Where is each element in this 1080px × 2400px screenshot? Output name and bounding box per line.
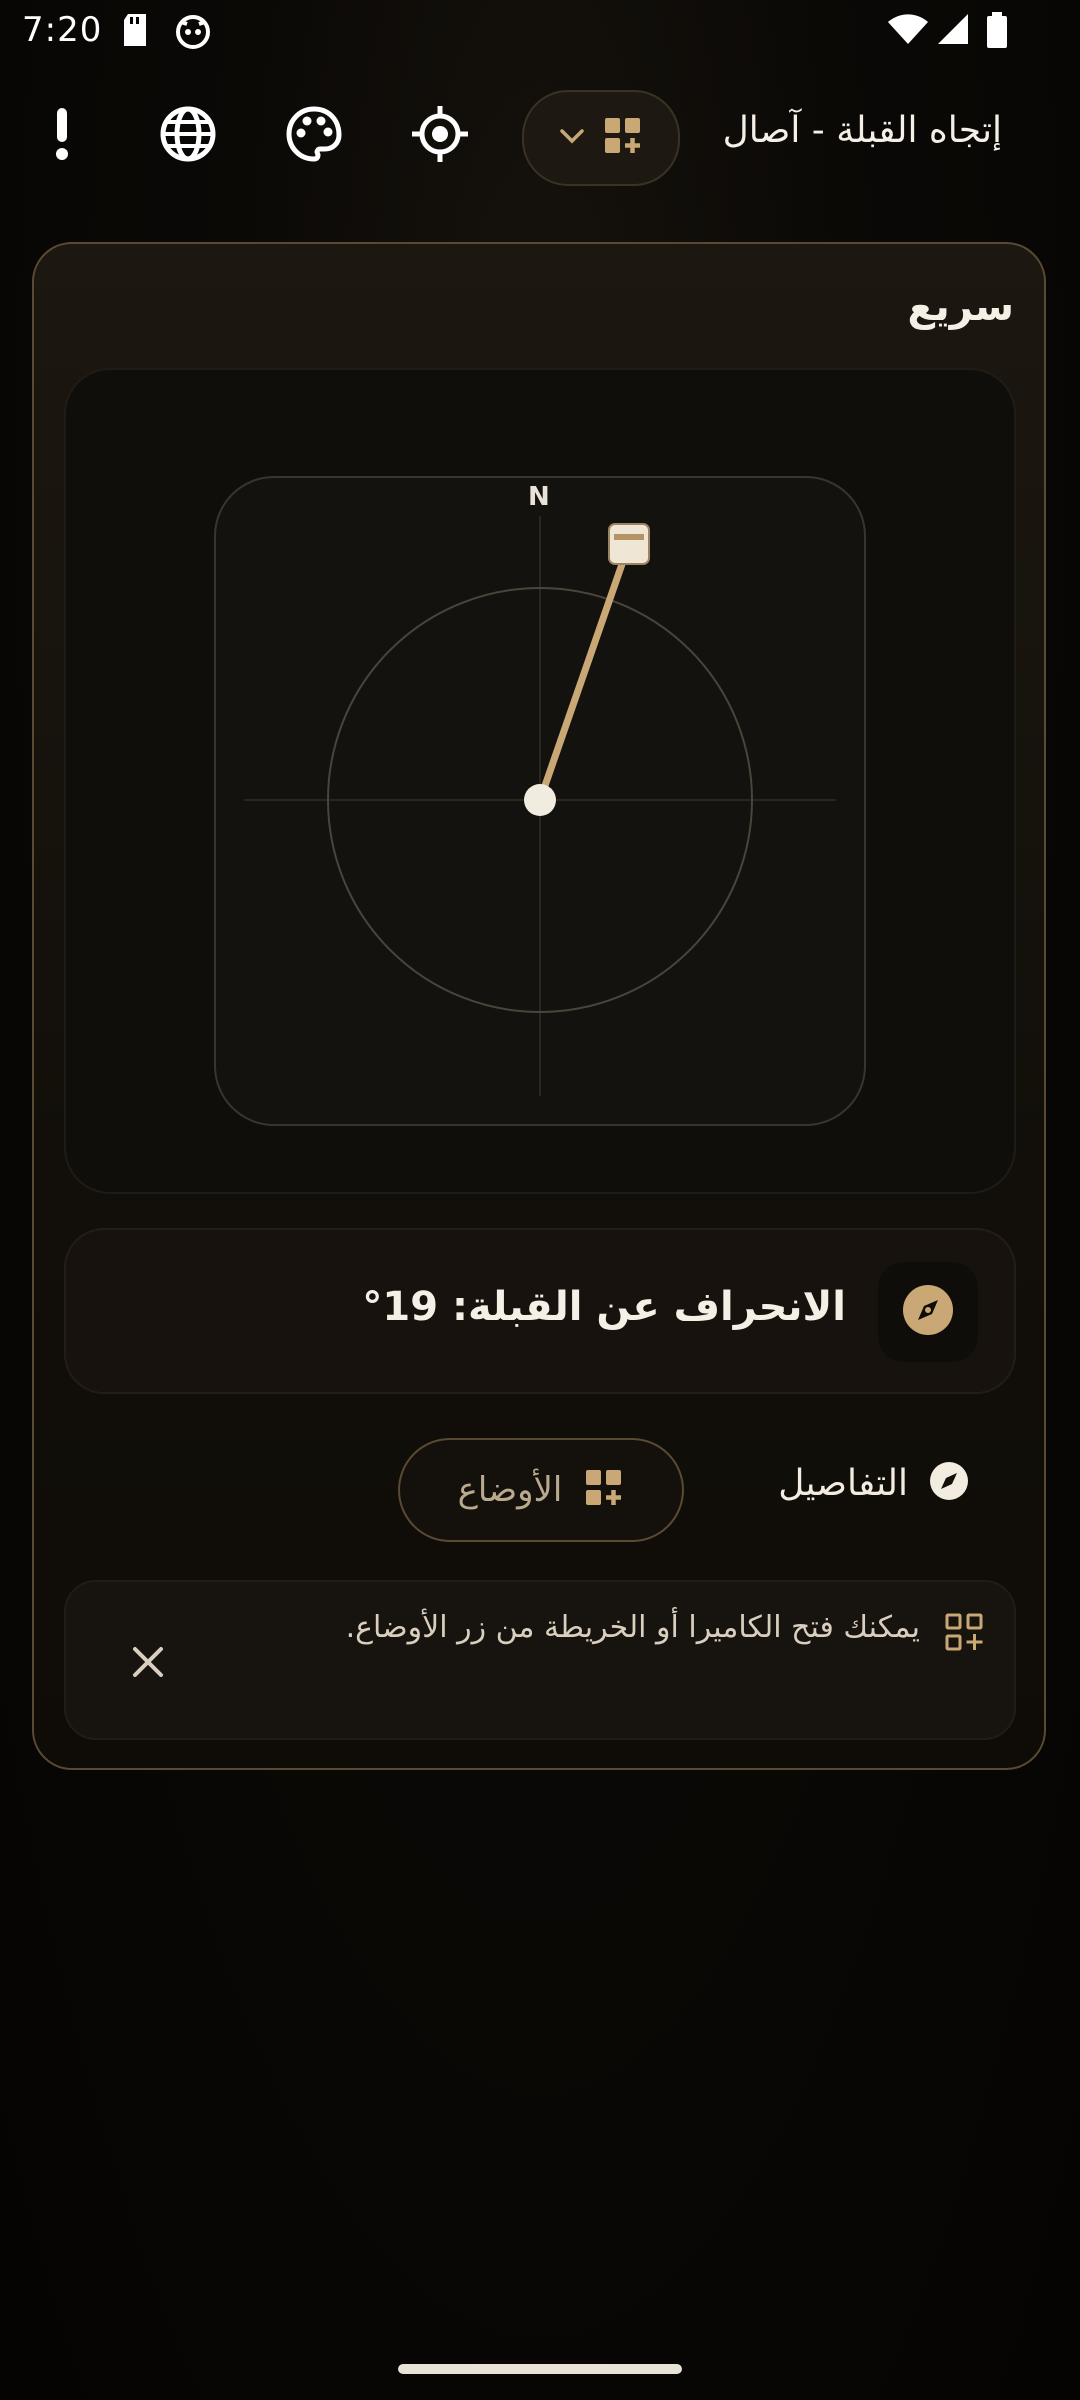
theme-button[interactable] [274,96,354,176]
modes-label: الأوضاع [457,1470,563,1510]
compass-center-dot [524,784,556,816]
details-button[interactable]: التفاصيل [778,1460,970,1506]
info-button[interactable] [22,96,102,176]
dashboard-add-icon [584,1468,624,1512]
gps-location-icon [410,104,470,168]
close-icon [131,1645,165,1683]
hint-text: يمكنك فتح الكاميرا أو الخريطة من زر الأو… [345,1610,920,1645]
kaaba-icon [608,523,650,565]
compass-icon [901,1283,955,1341]
globe-icon [159,105,217,167]
compass-chip [878,1262,978,1362]
status-time: 7:20 [22,10,103,50]
palette-icon [285,105,343,167]
details-label: التفاصيل [778,1462,908,1504]
grid-add-icon [944,1612,984,1656]
exclamation-icon [52,106,72,166]
compass-icon [928,1460,970,1506]
chevron-down-icon [559,127,585,149]
card-title: سريع [907,284,1014,330]
deviation-text: الانحراف عن القبلة: 19° [362,1284,846,1330]
app-title: إتجاه القبلة - آصال [722,110,1002,151]
sd-card-icon [120,12,150,52]
location-button[interactable] [400,96,480,176]
language-button[interactable] [148,96,228,176]
modes-button[interactable]: الأوضاع [398,1438,684,1542]
hint-card [64,1580,1016,1740]
battery-icon [986,12,1008,52]
wifi-icon [886,12,930,50]
qibla-needle [536,540,633,804]
dashboard-add-icon [603,116,643,160]
mode-dropdown-button[interactable] [522,90,680,186]
compass-dial [244,516,836,1096]
home-indicator[interactable] [398,2364,682,2374]
signal-icon [936,12,970,50]
cat-face-icon [174,12,212,54]
dismiss-hint-button[interactable] [120,1636,176,1692]
